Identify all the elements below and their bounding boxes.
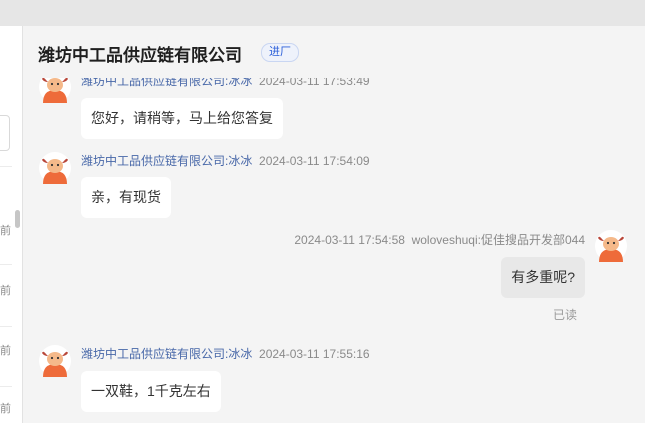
sender-name[interactable]: 潍坊中工品供应链有限公司:冰冰 bbox=[81, 154, 252, 168]
status-badge[interactable]: 进厂 bbox=[261, 43, 299, 62]
conversation-time: 前 bbox=[0, 285, 11, 297]
conversation-time: 前 bbox=[0, 345, 11, 357]
divider bbox=[0, 386, 12, 387]
message-bubble: 亲，有现货 bbox=[81, 177, 171, 218]
message-time: 2024-03-11 17:54:58 bbox=[294, 233, 405, 247]
page-title: 潍坊中工品供应链有限公司 bbox=[38, 46, 242, 65]
divider bbox=[0, 166, 12, 167]
avatar-icon[interactable] bbox=[39, 152, 71, 184]
scrollbar[interactable] bbox=[15, 210, 20, 228]
chat-window: 潍坊中工品供应链有限公司:冰冰 2024-03-11 17:53:49 潍坊中工… bbox=[23, 26, 645, 423]
divider bbox=[0, 326, 12, 327]
avatar-icon[interactable] bbox=[39, 345, 71, 377]
message-bubble: 有多重呢? bbox=[501, 257, 585, 298]
message-bubble: 您好，请稍等，马上给您答复 bbox=[81, 98, 283, 139]
top-bar bbox=[0, 0, 645, 26]
message-meta: 潍坊中工品供应链有限公司:冰冰 2024-03-11 17:55:16 bbox=[81, 345, 370, 362]
message-meta: 2024-03-11 17:54:58 woloveshuqi:促佳搜品开发部0… bbox=[294, 231, 585, 248]
chat-header: 潍坊中工品供应链有限公司 进厂 bbox=[23, 26, 645, 78]
message-meta: 潍坊中工品供应链有限公司:冰冰 2024-03-11 17:54:09 bbox=[81, 152, 370, 169]
conversation-list: 前 前 前 前 bbox=[0, 26, 23, 423]
read-status: 已读 bbox=[552, 308, 577, 322]
conversation-time: 前 bbox=[0, 225, 11, 237]
divider bbox=[0, 264, 12, 265]
conversation-time: 前 bbox=[0, 403, 11, 415]
sender-name[interactable]: woloveshuqi:促佳搜品开发部044 bbox=[412, 233, 585, 247]
message-bubble: 一双鞋，1千克左右 bbox=[81, 371, 221, 412]
message-time: 2024-03-11 17:55:16 bbox=[259, 347, 370, 361]
avatar-icon[interactable] bbox=[595, 230, 627, 262]
message-time: 2024-03-11 17:54:09 bbox=[259, 154, 370, 168]
search-input[interactable] bbox=[0, 115, 10, 151]
sender-name[interactable]: 潍坊中工品供应链有限公司:冰冰 bbox=[81, 347, 252, 361]
